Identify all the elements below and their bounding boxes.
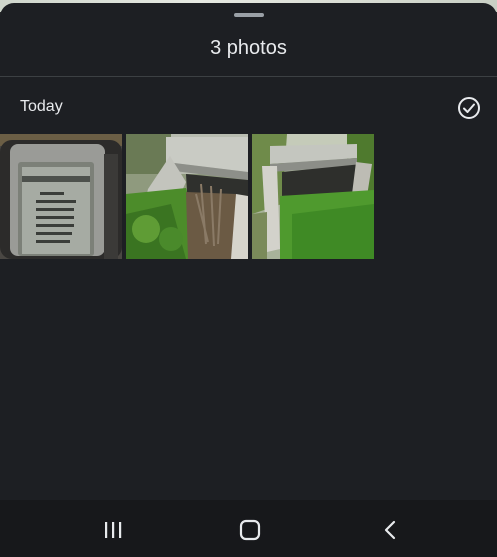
photo-picker-sheet: 3 photos Today [0,3,497,557]
sheet-title: 3 photos [210,37,287,59]
drag-handle[interactable] [234,13,264,17]
system-navigation-bar [0,500,497,557]
section-date-label: Today [20,98,63,115]
photo-thumbnail-1[interactable] [0,134,122,259]
recent-apps-icon[interactable] [100,518,126,542]
photo-thumbnail-3[interactable] [252,134,374,259]
header-divider [0,76,497,77]
photo-thumbnail-2[interactable] [126,134,248,259]
back-icon[interactable] [378,518,404,542]
check-circle-icon[interactable] [457,96,481,120]
home-icon[interactable] [237,518,263,542]
